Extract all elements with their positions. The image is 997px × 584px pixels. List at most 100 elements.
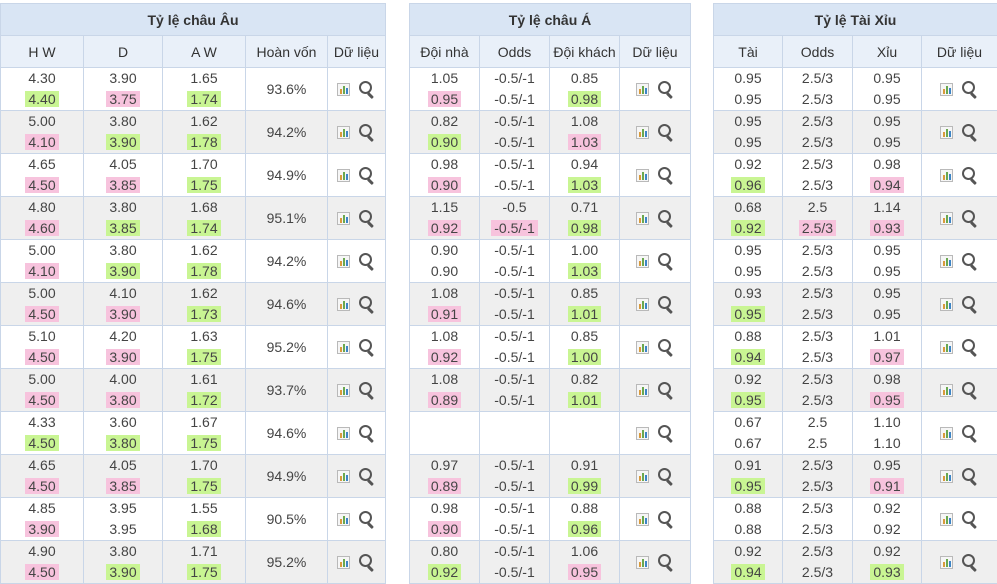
opening-odds: 0.98 — [428, 500, 461, 516]
search-icon[interactable] — [358, 252, 376, 270]
bar-chart-icon[interactable] — [337, 212, 350, 225]
search-icon[interactable] — [358, 123, 376, 141]
bar-chart-icon[interactable] — [940, 470, 953, 483]
search-icon[interactable] — [657, 166, 675, 184]
bar-chart-icon[interactable] — [940, 427, 953, 440]
search-icon[interactable] — [961, 209, 979, 227]
bar-chart-icon[interactable] — [636, 255, 649, 268]
bar-chart-icon[interactable] — [337, 255, 350, 268]
search-icon[interactable] — [961, 467, 979, 485]
opening-odds: 1.62 — [187, 285, 220, 301]
search-icon[interactable] — [358, 209, 376, 227]
bar-chart-icon[interactable] — [940, 83, 953, 96]
bar-chart-icon[interactable] — [636, 556, 649, 569]
bar-chart-icon[interactable] — [940, 384, 953, 397]
away-win-cell: 1.651.74 — [163, 68, 246, 111]
search-icon[interactable] — [657, 467, 675, 485]
search-icon[interactable] — [358, 424, 376, 442]
search-icon[interactable] — [657, 338, 675, 356]
search-icon[interactable] — [358, 553, 376, 571]
bar-chart-icon[interactable] — [940, 556, 953, 569]
handicap-cell: -0.5/-1-0.5/-1 — [480, 283, 550, 326]
bar-chart-icon[interactable] — [636, 126, 649, 139]
search-icon[interactable] — [961, 123, 979, 141]
bar-chart-icon[interactable] — [337, 427, 350, 440]
search-icon[interactable] — [358, 295, 376, 313]
search-icon[interactable] — [961, 166, 979, 184]
search-icon[interactable] — [657, 295, 675, 313]
draw-cell: 3.803.90 — [84, 111, 163, 154]
opening-odds: 0.92 — [731, 543, 764, 559]
search-icon[interactable] — [358, 80, 376, 98]
data-links — [922, 498, 997, 541]
bar-chart-icon[interactable] — [337, 298, 350, 311]
bar-chart-icon[interactable] — [940, 513, 953, 526]
opening-odds: 3.60 — [106, 414, 139, 430]
bar-chart-icon[interactable] — [636, 83, 649, 96]
search-icon[interactable] — [961, 510, 979, 528]
table-row: 5.104.504.203.901.631.7595.2% — [1, 326, 386, 369]
bar-chart-icon[interactable] — [636, 298, 649, 311]
bar-chart-icon[interactable] — [940, 341, 953, 354]
data-links — [620, 111, 691, 154]
search-icon[interactable] — [961, 381, 979, 399]
opening-odds: -0.5/-1 — [491, 70, 537, 86]
bar-chart-icon[interactable] — [636, 169, 649, 182]
bar-chart-icon[interactable] — [337, 556, 350, 569]
search-icon[interactable] — [657, 123, 675, 141]
bar-chart-icon[interactable] — [337, 126, 350, 139]
bar-chart-icon[interactable] — [636, 384, 649, 397]
search-icon[interactable] — [961, 252, 979, 270]
handicap-cell: -0.5/-1-0.5/-1 — [480, 541, 550, 584]
bar-chart-icon[interactable] — [636, 470, 649, 483]
search-icon[interactable] — [657, 80, 675, 98]
bar-chart-icon[interactable] — [337, 169, 350, 182]
search-icon[interactable] — [657, 424, 675, 442]
bar-chart-icon[interactable] — [337, 470, 350, 483]
bar-chart-icon[interactable] — [940, 126, 953, 139]
data-links — [328, 68, 386, 111]
data-links — [328, 498, 386, 541]
search-icon[interactable] — [961, 295, 979, 313]
search-icon[interactable] — [358, 166, 376, 184]
bar-chart-icon[interactable] — [940, 298, 953, 311]
bar-chart-icon[interactable] — [337, 513, 350, 526]
table-row: 0.950.952.5/32.5/30.950.95 — [714, 68, 997, 111]
bar-chart-icon[interactable] — [940, 212, 953, 225]
search-icon[interactable] — [358, 338, 376, 356]
closing-odds: 1.75 — [187, 349, 220, 365]
search-icon[interactable] — [657, 209, 675, 227]
bar-chart-icon[interactable] — [636, 513, 649, 526]
return-rate-cell: 93.6% — [246, 68, 328, 111]
bar-chart-icon[interactable] — [636, 341, 649, 354]
data-links — [922, 68, 997, 111]
bar-chart-icon[interactable] — [940, 169, 953, 182]
closing-odds: 1.74 — [187, 91, 220, 107]
bar-chart-icon[interactable] — [337, 384, 350, 397]
closing-odds: 0.95 — [731, 392, 764, 408]
opening-odds: 0.97 — [428, 457, 461, 473]
search-icon[interactable] — [358, 467, 376, 485]
bar-chart-icon[interactable] — [337, 341, 350, 354]
opening-odds: -0.5/-1 — [491, 285, 537, 301]
bar-chart-icon[interactable] — [337, 83, 350, 96]
search-icon[interactable] — [657, 381, 675, 399]
search-icon[interactable] — [657, 510, 675, 528]
over-odds-cell: 0.920.94 — [714, 541, 783, 584]
search-icon[interactable] — [358, 381, 376, 399]
away-win-cell: 1.701.75 — [163, 154, 246, 197]
bar-chart-icon[interactable] — [940, 255, 953, 268]
opening-odds: 0.95 — [731, 70, 764, 86]
bar-chart-icon[interactable] — [636, 427, 649, 440]
search-icon[interactable] — [657, 553, 675, 571]
search-icon[interactable] — [358, 510, 376, 528]
search-icon[interactable] — [961, 553, 979, 571]
search-icon[interactable] — [961, 424, 979, 442]
search-icon[interactable] — [961, 80, 979, 98]
closing-odds: -0.5/-1 — [491, 220, 537, 236]
search-icon[interactable] — [961, 338, 979, 356]
search-icon[interactable] — [657, 252, 675, 270]
home-odds-cell: 0.820.90 — [410, 111, 480, 154]
bar-chart-icon[interactable] — [636, 212, 649, 225]
opening-odds: 1.14 — [870, 199, 903, 215]
